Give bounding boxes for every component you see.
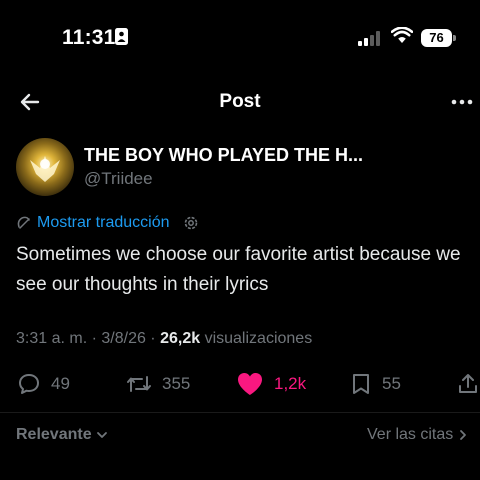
show-translation-link[interactable]: Mostrar traducción [37, 214, 170, 232]
like-count: 1,2k [274, 374, 307, 393]
share-button[interactable] [456, 368, 480, 400]
repost-button[interactable]: 355 [126, 368, 190, 400]
author-display-name[interactable]: THE BOY WHO PLAYED THE H... [84, 145, 363, 166]
reply-button[interactable]: 49 [17, 368, 70, 400]
tweet-text: Sometimes we choose our favorite artist … [16, 244, 461, 295]
ellipsis-icon [451, 99, 473, 105]
status-bar: 11:31 76 [0, 0, 480, 64]
reply-count: 49 [51, 374, 70, 393]
avatar[interactable] [16, 138, 74, 196]
share-icon [459, 374, 477, 393]
focus-person-icon [115, 28, 128, 45]
meta-separator: · [87, 330, 102, 347]
bookmark-button[interactable]: 55 [350, 368, 401, 400]
sort-replies-dropdown[interactable]: Relevante [16, 426, 109, 444]
status-time: 11:31 [62, 26, 116, 49]
author-handle[interactable]: @Triidee [84, 169, 153, 189]
divider [0, 412, 480, 413]
repost-count: 355 [162, 374, 191, 393]
translate-globe-icon [17, 216, 30, 229]
bookmark-count: 55 [382, 374, 401, 393]
sort-label: Relevante [16, 426, 92, 443]
tweet-meta: 3:31 a. m. · 3/8/26 · 26,2k visualizacio… [16, 330, 312, 348]
battery-indicator: 76 [421, 29, 452, 47]
chevron-down-icon [96, 432, 107, 438]
chevron-right-icon [460, 430, 467, 440]
repost-icon [127, 376, 151, 392]
tweet-actions: 49 355 1,2k 55 [0, 368, 480, 400]
translate-row: Mostrar traducción [16, 212, 199, 234]
views-label: visualizaciones [204, 330, 313, 347]
cellular-signal-icon [358, 31, 380, 46]
tweet-time: 3:31 a. m. [16, 330, 88, 347]
bookmark-icon [353, 374, 369, 394]
reply-icon [19, 374, 39, 394]
view-quotes-link[interactable]: Ver las citas [367, 426, 469, 444]
quotes-label: Ver las citas [367, 426, 454, 443]
wifi-icon [391, 27, 413, 43]
like-button[interactable]: 1,2k [236, 368, 306, 400]
heart-filled-icon [238, 373, 262, 395]
replies-toolbar: Relevante Ver las citas [0, 424, 480, 448]
meta-separator: · [145, 330, 161, 347]
gear-icon[interactable] [183, 215, 199, 231]
views-count: 26,2k [160, 330, 201, 347]
page-title: Post [219, 91, 261, 112]
post-header: Post [0, 80, 480, 124]
more-options-button[interactable] [448, 92, 480, 112]
battery-tip [453, 35, 456, 41]
avatar-glowing-figure-icon [30, 156, 60, 182]
tweet-date: 3/8/26 [101, 330, 146, 347]
